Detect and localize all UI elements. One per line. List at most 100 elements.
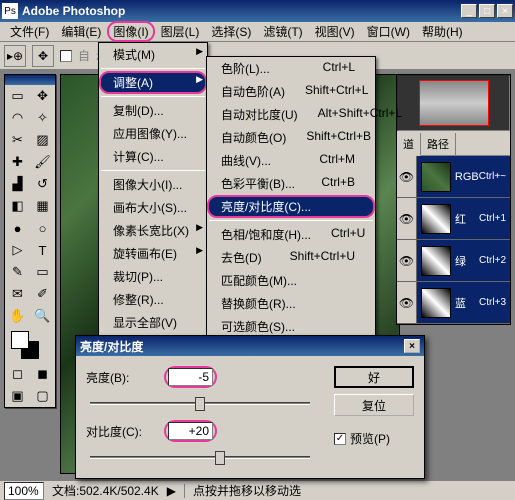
tab-paths[interactable]: 路径 [421, 133, 456, 155]
mi-rotate-canvas[interactable]: 旋转画布(E) [99, 242, 207, 265]
mi-image-size[interactable]: 图像大小(I)... [99, 173, 207, 196]
mi-crop[interactable]: 裁切(P)... [99, 265, 207, 288]
minimize-button[interactable]: _ [461, 4, 477, 18]
brush-tool[interactable]: 🖌 [30, 151, 55, 173]
docsize-label: 文档:502.4K/502.4K [52, 482, 159, 499]
move-tool-icon[interactable]: ✥ [32, 45, 54, 67]
menu-file[interactable]: 文件(F) [4, 21, 55, 42]
channel-red[interactable]: 👁 红 Ctrl+1 [397, 198, 510, 240]
channel-thumb [421, 204, 451, 234]
mi-desaturate[interactable]: 去色(D)Shift+Ctrl+U [207, 246, 375, 269]
brightness-label: 亮度(B): [86, 369, 156, 386]
mi-color-balance[interactable]: 色彩平衡(B)...Ctrl+B [207, 172, 375, 195]
dodge-tool[interactable]: ○ [30, 217, 55, 239]
brightness-input[interactable] [168, 368, 213, 386]
tool-preset-button[interactable]: ▸⊕ [4, 45, 26, 67]
channel-green[interactable]: 👁 绿 Ctrl+2 [397, 240, 510, 282]
menu-help[interactable]: 帮助(H) [416, 21, 469, 42]
channel-thumb [421, 288, 451, 318]
menu-view[interactable]: 视图(V) [309, 21, 361, 42]
quickmask-off[interactable]: ◻ [5, 363, 30, 385]
blur-tool[interactable]: ● [5, 217, 30, 239]
slice-tool[interactable]: ▨ [30, 129, 55, 151]
hand-tool[interactable]: ✋ [5, 305, 30, 327]
ok-button[interactable]: 好 [334, 366, 414, 388]
dialog-close-button[interactable]: × [404, 339, 420, 353]
mi-replace-color[interactable]: 替换颜色(R)... [207, 292, 375, 315]
type-tool[interactable]: T [30, 239, 55, 261]
eye-icon[interactable]: 👁 [397, 240, 417, 281]
mi-calculations[interactable]: 计算(C)... [99, 145, 207, 168]
channel-thumb [421, 246, 451, 276]
reset-button[interactable]: 复位 [334, 394, 414, 416]
toolbox-header[interactable] [5, 75, 55, 85]
mi-canvas-size[interactable]: 画布大小(S)... [99, 196, 207, 219]
pen-tool[interactable]: ✎ [5, 261, 30, 283]
mi-reveal-all[interactable]: 显示全部(V) [99, 311, 207, 334]
slider-thumb[interactable] [215, 451, 225, 465]
navigator-thumb[interactable] [397, 75, 510, 131]
mi-apply-image[interactable]: 应用图像(Y)... [99, 122, 207, 145]
mi-curves[interactable]: 曲线(V)...Ctrl+M [207, 149, 375, 172]
close-button[interactable]: × [497, 4, 513, 18]
dialog-title: 亮度/对比度 [80, 338, 143, 355]
zoom-field[interactable]: 100% [4, 482, 44, 500]
channel-blue[interactable]: 👁 蓝 Ctrl+3 [397, 282, 510, 324]
channel-rgb[interactable]: 👁 RGB Ctrl+~ [397, 156, 510, 198]
lasso-tool[interactable]: ◠ [5, 107, 30, 129]
notes-tool[interactable]: ✉ [5, 283, 30, 305]
menu-window[interactable]: 窗口(W) [361, 21, 416, 42]
contrast-label: 对比度(C): [86, 423, 156, 440]
history-brush-tool[interactable]: ↺ [30, 173, 55, 195]
channel-thumb [421, 162, 451, 192]
foreground-color[interactable] [11, 331, 29, 349]
hint-label: 点按并拖移以移动选 [193, 482, 301, 499]
gradient-tool[interactable]: ▦ [30, 195, 55, 217]
mi-trim[interactable]: 修整(R)... [99, 288, 207, 311]
menu-edit[interactable]: 编辑(E) [55, 21, 107, 42]
path-tool[interactable]: ▷ [5, 239, 30, 261]
menu-filter[interactable]: 滤镜(T) [257, 21, 308, 42]
slider-thumb[interactable] [195, 397, 205, 411]
status-bar: 100% 文档:502.4K/502.4K ▶ 点按并拖移以移动选 [0, 480, 515, 500]
brightness-slider[interactable] [90, 394, 310, 414]
heal-tool[interactable]: ✚ [5, 151, 30, 173]
maximize-button[interactable]: □ [479, 4, 495, 18]
contrast-slider[interactable] [90, 448, 310, 468]
shape-tool[interactable]: ▭ [30, 261, 55, 283]
eye-icon[interactable]: 👁 [397, 156, 417, 197]
mi-brightness-contrast[interactable]: 亮度/对比度(C)... [207, 195, 375, 218]
tab-channels[interactable]: 道 [397, 133, 421, 156]
menu-layer[interactable]: 图层(L) [155, 21, 206, 42]
mi-mode[interactable]: 模式(M) [99, 43, 207, 66]
dialog-titlebar[interactable]: 亮度/对比度 × [76, 336, 424, 356]
eyedropper-tool[interactable]: ✐ [30, 283, 55, 305]
mi-auto-levels[interactable]: 自动色阶(A)Shift+Ctrl+L [207, 80, 375, 103]
preview-checkbox[interactable]: ✓ [334, 433, 346, 445]
quickmask-on[interactable]: ◼ [30, 363, 55, 385]
mi-auto-contrast[interactable]: 自动对比度(U)Alt+Shift+Ctrl+L [207, 103, 375, 126]
crop-tool[interactable]: ✂ [5, 129, 30, 151]
arrow-icon[interactable]: ▶ [167, 484, 176, 498]
stamp-tool[interactable]: ▟ [5, 173, 30, 195]
eye-icon[interactable]: 👁 [397, 198, 417, 239]
menu-select[interactable]: 选择(S) [205, 21, 257, 42]
mi-duplicate[interactable]: 复制(D)... [99, 99, 207, 122]
mi-levels[interactable]: 色阶(L)...Ctrl+L [207, 57, 375, 80]
screenmode-full[interactable]: ▢ [30, 385, 55, 407]
zoom-tool[interactable]: 🔍 [30, 305, 55, 327]
mi-pixel-aspect[interactable]: 像素长宽比(X) [99, 219, 207, 242]
contrast-input[interactable] [168, 422, 213, 440]
screenmode-std[interactable]: ▣ [5, 385, 30, 407]
mi-match-color[interactable]: 匹配颜色(M)... [207, 269, 375, 292]
move-tool[interactable]: ✥ [30, 85, 55, 107]
wand-tool[interactable]: ✧ [30, 107, 55, 129]
auto-select-checkbox[interactable] [60, 50, 72, 62]
mi-adjustments[interactable]: 调整(A) [99, 71, 207, 94]
mi-hue-sat[interactable]: 色相/饱和度(H)...Ctrl+U [207, 223, 375, 246]
mi-auto-color[interactable]: 自动颜色(O)Shift+Ctrl+B [207, 126, 375, 149]
menu-image[interactable]: 图像(I) [107, 21, 154, 42]
marquee-tool[interactable]: ▭ [5, 85, 30, 107]
eraser-tool[interactable]: ◧ [5, 195, 30, 217]
eye-icon[interactable]: 👁 [397, 282, 417, 323]
